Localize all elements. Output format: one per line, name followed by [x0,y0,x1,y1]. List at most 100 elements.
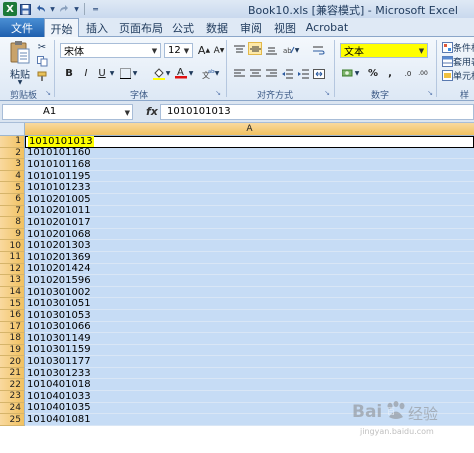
excel-logo-icon[interactable]: X [3,2,17,16]
cell[interactable]: 1010301233 [25,368,474,380]
row-header[interactable]: 9 [0,228,25,241]
cell-styles-button[interactable]: 单元格 [453,69,474,82]
cut-icon[interactable]: ✂ [35,41,49,54]
tab-formulas[interactable]: 公式 [168,18,198,37]
row-header[interactable]: 5 [0,182,25,194]
align-middle-icon[interactable] [248,42,262,55]
wrap-text-icon[interactable] [312,43,326,56]
fill-color-dropdown-icon[interactable]: ▼ [165,67,171,80]
cell[interactable]: 1010301066 [25,321,474,334]
tab-file[interactable]: 文件 [0,18,44,37]
column-header-a[interactable]: A [25,123,474,136]
paste-icon[interactable] [9,40,31,66]
underline-button[interactable]: U [95,67,109,80]
insert-function-icon[interactable]: fx [146,105,158,118]
row-header[interactable]: 1 [0,136,25,148]
cell[interactable]: 1010301177 [25,356,474,368]
cell[interactable]: 1010201369 [25,252,474,264]
formula-input[interactable]: 1010101013 [160,104,474,120]
underline-dropdown-icon[interactable]: ▼ [109,67,115,80]
decrease-decimal-button[interactable]: .00 [416,67,430,80]
conditional-format-button[interactable]: 条件格 [453,41,474,54]
cell[interactable]: 1010201303 [25,240,474,252]
border-icon[interactable] [118,67,132,80]
conditional-format-icon[interactable] [440,41,454,54]
font-name-dropdown-icon[interactable]: ▼ [150,45,159,56]
clipboard-launcher-icon[interactable]: ↘ [44,89,52,97]
tab-insert[interactable]: 插入 [82,18,112,37]
name-box-dropdown-icon[interactable]: ▼ [125,106,130,120]
cell[interactable]: 1010201424 [25,263,474,276]
font-color-icon[interactable]: A [174,66,188,79]
customize-icon[interactable]: ═ [89,2,102,16]
number-format-combo[interactable]: 文本 ▼ [340,43,428,58]
font-launcher-icon[interactable]: ↘ [214,89,222,97]
cell[interactable]: 1010101195 [25,171,474,183]
cell[interactable]: 1010201068 [25,229,474,241]
tab-review[interactable]: 审阅 [236,18,266,37]
number-format-dropdown-icon[interactable]: ▼ [417,45,426,56]
cell[interactable]: 1010101233 [25,182,474,194]
increase-indent-icon[interactable] [296,67,310,80]
align-top-icon[interactable] [232,43,246,56]
redo-dropdown-icon[interactable]: ▼ [73,2,80,16]
cell[interactable]: 1010301053 [25,310,474,322]
paste-dropdown-icon[interactable]: ▼ [14,78,26,86]
decrease-indent-icon[interactable] [280,67,294,80]
phonetic-dropdown-icon[interactable]: ▼ [214,67,220,80]
cell[interactable]: 1010101160 [25,147,474,160]
tab-view[interactable]: 视图 [270,18,300,37]
cell[interactable]: 1010201011 [25,205,474,218]
row-header[interactable]: 23 [0,391,25,403]
row-header[interactable]: 2 [0,147,25,160]
row-header[interactable]: 11 [0,251,25,264]
name-box[interactable]: A1 ▼ [2,104,133,120]
align-center-icon[interactable] [248,67,262,80]
accounting-dropdown-icon[interactable]: ▼ [354,67,360,80]
save-icon[interactable] [19,2,32,16]
cell[interactable]: 1010201005 [25,194,474,206]
percent-button[interactable]: % [366,67,380,80]
accounting-format-icon[interactable] [341,67,355,80]
row-header[interactable]: 10 [0,240,25,252]
align-left-icon[interactable] [232,67,246,80]
row-header[interactable]: 20 [0,356,25,368]
cell[interactable]: 1010101168 [25,159,474,171]
row-header[interactable]: 13 [0,275,25,287]
font-size-dropdown-icon[interactable]: ▼ [182,45,191,56]
merge-center-icon[interactable] [312,67,326,80]
format-as-table-button[interactable]: 套用表 [453,55,474,68]
alignment-launcher-icon[interactable]: ↘ [323,89,331,97]
redo-icon[interactable] [58,2,71,16]
format-painter-icon[interactable] [35,70,49,83]
border-dropdown-icon[interactable]: ▼ [132,67,138,80]
italic-button[interactable]: I [79,67,93,80]
orientation-dropdown-icon[interactable]: ▼ [294,44,300,57]
font-name-combo[interactable]: 宋体 ▼ [60,43,161,58]
row-header[interactable]: 17 [0,321,25,334]
cell[interactable]: 1010201017 [25,217,474,229]
copy-icon[interactable] [35,55,49,68]
fill-color-icon[interactable] [152,67,166,80]
cell[interactable]: 1010401018 [25,379,474,392]
tab-home[interactable]: 开始 [44,18,79,38]
cell[interactable]: 1010301159 [25,344,474,357]
row-header[interactable]: 25 [0,414,25,426]
undo-dropdown-icon[interactable]: ▼ [49,2,56,16]
phonetic-icon[interactable]: 文abc [201,67,215,80]
align-right-icon[interactable] [264,67,278,80]
row-header[interactable]: 15 [0,298,25,310]
row-header[interactable]: 12 [0,263,25,276]
row-header[interactable]: 6 [0,193,25,206]
grow-font-icon[interactable]: A ▲ [197,44,211,57]
row-header[interactable]: 8 [0,217,25,229]
tab-page-layout[interactable]: 页面布局 [116,18,166,37]
number-launcher-icon[interactable]: ↘ [426,89,434,97]
format-as-table-icon[interactable] [440,55,454,68]
increase-decimal-button[interactable]: .0 [401,67,415,80]
cell-styles-icon[interactable] [440,69,454,82]
comma-button[interactable]: , [383,67,397,80]
row-header[interactable]: 4 [0,170,25,183]
row-header[interactable]: 14 [0,286,25,299]
tab-acrobat[interactable]: Acrobat [304,18,350,37]
